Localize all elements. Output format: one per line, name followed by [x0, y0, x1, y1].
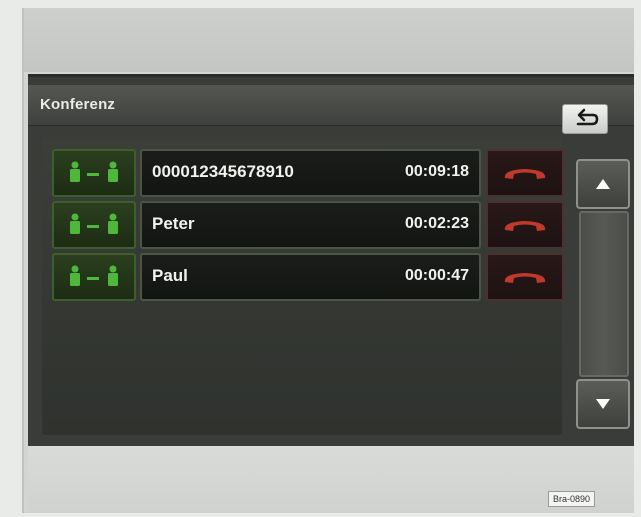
- caller-name: Peter: [152, 214, 195, 233]
- conference-split-button[interactable]: [52, 253, 136, 301]
- conference-people-icon: [70, 161, 118, 182]
- conference-split-button[interactable]: [52, 149, 136, 197]
- scroll-track[interactable]: [579, 211, 629, 377]
- call-row: Peter 00:02:23: [52, 201, 564, 249]
- scroll-down-button[interactable]: [576, 379, 630, 429]
- page-title: Konferenz: [40, 96, 116, 113]
- hangup-phone-icon: [504, 169, 546, 179]
- scroll-up-button[interactable]: [576, 159, 630, 209]
- lower-bezel: [28, 446, 634, 513]
- image-reference-label: Bra-0890: [548, 491, 596, 507]
- conference-people-icon: [70, 213, 118, 234]
- scroll-down-arrow-icon: [596, 399, 610, 409]
- hangup-button[interactable]: [486, 149, 564, 197]
- caller-name: 000012345678910: [152, 162, 294, 181]
- call-entry[interactable]: Peter 00:02:23: [140, 201, 481, 249]
- device-frame: Konferenz 000012345678910 00:09:18 Peter…: [22, 8, 634, 513]
- hangup-phone-icon: [504, 273, 546, 283]
- title-bar: Konferenz: [28, 85, 634, 134]
- call-duration: 00:09:18: [404, 163, 469, 180]
- back-button[interactable]: [562, 104, 608, 134]
- conference-people-icon: [70, 265, 118, 286]
- hangup-button[interactable]: [486, 201, 564, 249]
- call-row: Paul 00:00:47: [52, 253, 564, 301]
- scrollbar[interactable]: [576, 159, 630, 429]
- conference-screen: Konferenz 000012345678910 00:09:18 Peter…: [28, 74, 634, 447]
- scroll-up-arrow-icon: [596, 179, 610, 189]
- call-list: 000012345678910 00:09:18 Peter 00:02:23 …: [42, 139, 564, 435]
- call-entry[interactable]: Paul 00:00:47: [140, 253, 481, 301]
- hangup-button[interactable]: [486, 253, 564, 301]
- call-duration: 00:00:47: [404, 267, 469, 284]
- back-arrow-icon: [576, 108, 599, 126]
- status-area: [24, 8, 634, 72]
- conference-split-button[interactable]: [52, 201, 136, 249]
- call-entry[interactable]: 000012345678910 00:09:18: [140, 149, 481, 197]
- hangup-phone-icon: [504, 221, 546, 231]
- call-row: 000012345678910 00:09:18: [52, 149, 564, 197]
- caller-name: Paul: [152, 266, 188, 285]
- call-duration: 00:02:23: [404, 215, 469, 232]
